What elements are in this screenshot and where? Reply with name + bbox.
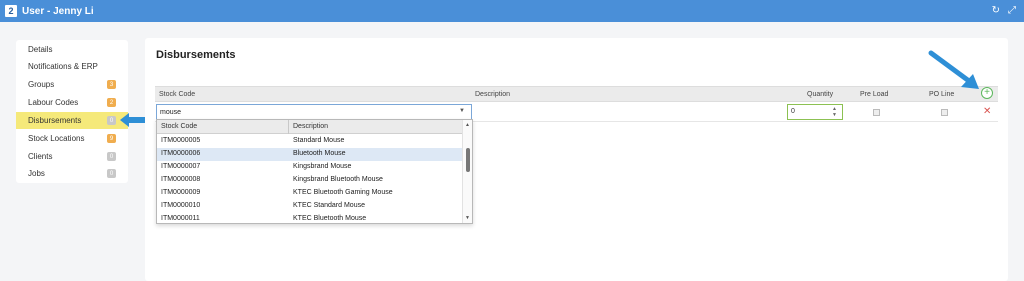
dropdown-header: Stock Code Description (157, 120, 463, 134)
window-titlebar: 2 User - Jenny Li ↻ ⤢ (0, 0, 1024, 22)
option-description: KTEC Standard Mouse (293, 202, 365, 209)
column-stock-code[interactable]: Stock Code (159, 91, 195, 98)
dropdown-scrollbar[interactable]: ▲ ▼ (462, 120, 472, 223)
count-badge: 9 (107, 134, 116, 143)
sidebar-item-label: Details (28, 45, 53, 54)
sidebar-item-notifications-erp[interactable]: Notifications & ERP (16, 58, 128, 75)
column-description[interactable]: Description (475, 91, 510, 98)
column-pre-load[interactable]: Pre Load (860, 91, 888, 98)
sidebar-item-clients[interactable]: Clients 0 (16, 148, 128, 165)
scroll-down-icon[interactable]: ▼ (465, 215, 470, 221)
dropdown-option[interactable]: ITM0000008 Kingsbrand Bluetooth Mouse (157, 174, 463, 187)
stock-code-dropdown: Stock Code Description ITM0000005 Standa… (156, 119, 473, 224)
option-code: ITM0000008 (161, 176, 201, 183)
count-badge: 0 (107, 169, 116, 178)
dropdown-option[interactable]: ITM0000007 Kingsbrand Mouse (157, 161, 463, 174)
option-code: ITM0000007 (161, 163, 201, 170)
option-description: Kingsbrand Mouse (293, 163, 352, 170)
option-code: ITM0000005 (161, 137, 201, 144)
window-title: User - Jenny Li (22, 5, 94, 17)
sidebar-item-label: Stock Locations (28, 134, 85, 143)
sidebar: Details Notifications & ERP Groups 3 Lab… (16, 40, 128, 183)
dropdown-option[interactable]: ITM0000009 KTEC Bluetooth Gaming Mouse (157, 187, 463, 200)
dropdown-column-description: Description (293, 123, 329, 130)
count-badge: 0 (107, 116, 116, 125)
stock-code-input[interactable] (156, 104, 472, 120)
scroll-up-icon[interactable]: ▲ (465, 122, 470, 128)
sidebar-item-labour-codes[interactable]: Labour Codes 2 (16, 94, 128, 111)
sidebar-item-groups[interactable]: Groups 3 (16, 76, 128, 93)
sidebar-item-label: Clients (28, 152, 53, 161)
dropdown-column-stock-code: Stock Code (161, 123, 198, 130)
option-code: ITM0000010 (161, 202, 201, 209)
sidebar-item-details[interactable]: Details (16, 41, 128, 58)
option-code: ITM0000011 (161, 215, 200, 222)
refresh-icon[interactable]: ↻ (992, 5, 1000, 16)
chevron-down-icon[interactable]: ▼ (459, 108, 465, 114)
count-badge: 2 (107, 98, 116, 107)
sidebar-item-stock-locations[interactable]: Stock Locations 9 (16, 130, 128, 147)
po-line-checkbox[interactable] (941, 109, 948, 116)
sidebar-item-label: Groups (28, 80, 55, 89)
option-code: ITM0000009 (161, 189, 201, 196)
quantity-stepper[interactable]: 0 ▲ ▼ (787, 104, 843, 120)
sidebar-item-label: Jobs (28, 169, 45, 178)
scrollbar-thumb[interactable] (466, 148, 470, 172)
option-description: Standard Mouse (293, 137, 345, 144)
spinner-icon[interactable]: ▲ ▼ (832, 106, 837, 118)
sidebar-item-disbursements[interactable]: Disbursements 0 (16, 112, 128, 129)
option-code: ITM0000006 (161, 150, 201, 157)
app-badge: 2 (5, 5, 17, 17)
grid-header: Stock Code Description Quantity Pre Load… (155, 86, 998, 102)
dropdown-option[interactable]: ITM0000005 Standard Mouse (157, 135, 463, 148)
option-description: KTEC Bluetooth Mouse (293, 215, 367, 222)
quantity-value: 0 (791, 108, 795, 115)
sidebar-item-label: Disbursements (28, 116, 82, 125)
option-description: Kingsbrand Bluetooth Mouse (293, 176, 383, 183)
collapse-icon[interactable]: ⤢ (1008, 5, 1016, 16)
dropdown-option[interactable]: ITM0000010 KTEC Standard Mouse (157, 200, 463, 213)
delete-icon[interactable]: ✕ (983, 106, 991, 117)
page-title: Disbursements (156, 49, 236, 61)
callout-arrow-diagonal (928, 50, 979, 89)
sidebar-item-jobs[interactable]: Jobs 0 (16, 165, 128, 182)
dropdown-option[interactable]: ITM0000011 KTEC Bluetooth Mouse (157, 213, 463, 223)
column-quantity[interactable]: Quantity (807, 91, 833, 98)
pre-load-checkbox[interactable] (873, 109, 880, 116)
count-badge: 3 (107, 80, 116, 89)
option-description: Bluetooth Mouse (293, 150, 346, 157)
sidebar-item-label: Notifications & ERP (28, 62, 98, 71)
sidebar-item-label: Labour Codes (28, 98, 79, 107)
count-badge: 0 (107, 152, 116, 161)
dropdown-option-selected[interactable]: ITM0000006 Bluetooth Mouse (157, 148, 463, 161)
option-description: KTEC Bluetooth Gaming Mouse (293, 189, 393, 196)
callout-arrow-left (120, 113, 146, 127)
